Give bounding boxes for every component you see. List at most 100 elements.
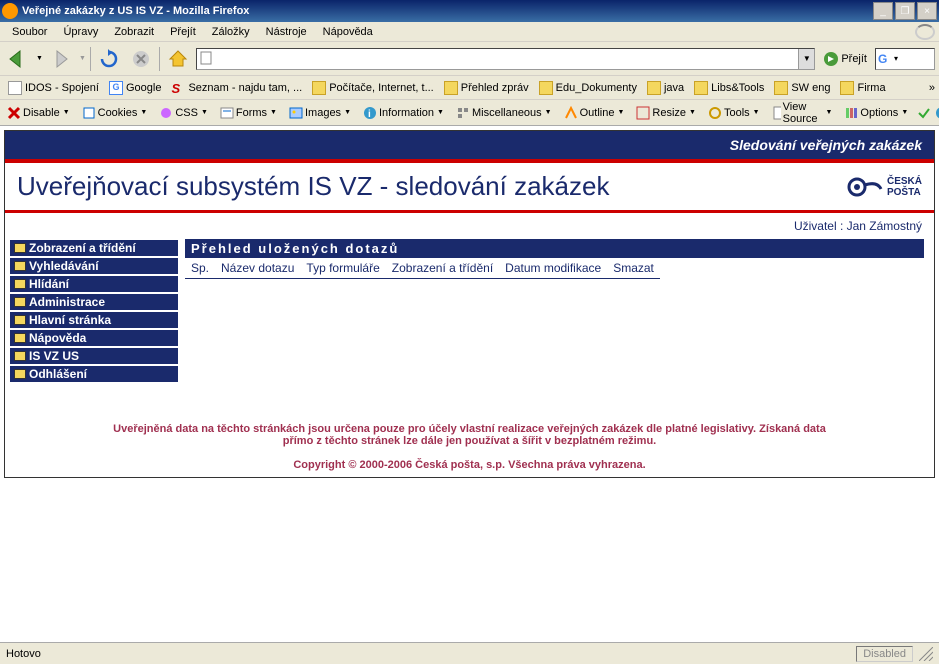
forward-dropdown[interactable]: ▼ [79,55,86,62]
back-dropdown[interactable]: ▼ [36,55,43,62]
nav-hlavni[interactable]: Hlavní stránka [9,311,179,329]
page-topbar: Sledování veřejných zakázek [5,131,934,163]
col-datum[interactable]: Datum modifikace [499,258,607,279]
menu-bookmarks[interactable]: Záložky [204,24,258,40]
status-bar: Hotovo Disabled [0,642,939,664]
tools-icon [708,106,722,120]
menu-view[interactable]: Zobrazit [106,24,162,40]
dev-help-icon[interactable]: i [935,106,939,120]
bookmark-seznam[interactable]: SSeznam - najdu tam, ... [167,79,306,97]
dev-information[interactable]: iInformation▼ [360,104,447,122]
address-dropdown[interactable]: ▼ [798,49,814,69]
google-icon: G [109,81,123,95]
col-smazat[interactable]: Smazat [607,258,660,279]
menu-help[interactable]: Nápověda [315,24,381,40]
col-zobrazeni[interactable]: Zobrazení a třídění [386,258,499,279]
nav-napoveda[interactable]: Nápověda [9,329,179,347]
folder-icon [694,81,708,95]
page-icon [8,81,22,95]
stop-button[interactable] [127,45,155,73]
maximize-button[interactable]: ❐ [895,2,915,20]
resize-grip-icon[interactable] [919,647,933,661]
seznam-icon: S [171,81,185,95]
dev-css[interactable]: CSS▼ [156,104,211,122]
address-bar[interactable]: ▼ [196,48,815,70]
folder-icon [539,81,553,95]
col-nazev[interactable]: Název dotazu [215,258,300,279]
folder-icon [14,243,26,253]
forward-button[interactable] [47,45,75,73]
nav-zobrazeni[interactable]: Zobrazení a třídění [9,239,179,257]
url-input[interactable] [217,53,798,65]
bookmarks-toolbar: IDOS - Spojení GGoogle SSeznam - najdu t… [0,76,939,100]
close-button[interactable]: × [917,2,937,20]
back-button[interactable] [4,45,32,73]
menu-tools[interactable]: Nástroje [258,24,315,40]
dev-cookies[interactable]: Cookies▼ [79,104,151,122]
css-icon [159,106,173,120]
bookmark-folder-pocitace[interactable]: Počítače, Internet, t... [308,79,438,97]
menu-file[interactable]: Soubor [4,24,55,40]
dev-tools[interactable]: Tools▼ [705,104,763,122]
x-icon [7,106,21,120]
info-icon: i [363,106,377,120]
folder-icon [774,81,788,95]
bookmark-google[interactable]: GGoogle [105,79,165,97]
dev-disable[interactable]: Disable▼ [4,104,73,122]
svg-text:G: G [878,52,887,66]
dev-images[interactable]: Images▼ [286,104,354,122]
minimize-button[interactable]: _ [873,2,893,20]
bookmark-folder-sweng[interactable]: SW eng [770,79,834,97]
menu-go[interactable]: Přejít [162,24,204,40]
dev-options[interactable]: Options▼ [841,104,911,122]
window-titlebar: Veřejné zakázky z US IS VZ - Mozilla Fir… [0,0,939,22]
reload-button[interactable] [95,45,123,73]
folder-icon [14,279,26,289]
user-name: Jan Zámostný [847,219,922,233]
folder-icon [14,297,26,307]
page-icon [199,51,215,67]
bookmark-folder-firma[interactable]: Firma [836,79,889,97]
bookmark-folder-libs[interactable]: Libs&Tools [690,79,768,97]
status-disabled: Disabled [856,646,913,662]
nav-administrace[interactable]: Administrace [9,293,179,311]
go-button[interactable]: Přejít [819,51,871,67]
nav-hlidani[interactable]: Hlídání [9,275,179,293]
bookmark-idos[interactable]: IDOS - Spojení [4,79,103,97]
search-engine-icon: G [878,52,892,66]
source-icon [772,106,781,120]
folder-icon [14,315,26,325]
folder-icon [444,81,458,95]
col-typ[interactable]: Typ formuláře [300,258,385,279]
ceska-posta-logo: ČESKÁPOŠTA [843,175,922,199]
dev-viewsource[interactable]: View Source▼ [769,99,836,127]
menu-edit[interactable]: Úpravy [55,24,106,40]
home-button[interactable] [164,45,192,73]
folder-icon [312,81,326,95]
nav-odhlaseni[interactable]: Odhlášení [9,365,179,383]
section-title: Přehled uložených dotazů [185,239,924,258]
bookmark-folder-prehled[interactable]: Přehled zpráv [440,79,533,97]
navigation-toolbar: ▼ ▼ ▼ Přejít G ▾ [0,42,939,76]
dev-resize[interactable]: Resize▼ [633,104,699,122]
user-info: Uživatel : Jan Zámostný [5,213,934,239]
folder-icon [647,81,661,95]
search-box[interactable]: G ▾ [875,48,935,70]
dev-forms[interactable]: Forms▼ [217,104,280,122]
bookmark-folder-java[interactable]: java [643,79,688,97]
svg-text:i: i [368,109,371,120]
bookmarks-overflow[interactable]: » [929,82,935,94]
col-sp[interactable]: Sp. [185,258,215,279]
nav-isvzus[interactable]: IS VZ US [9,347,179,365]
dev-check-icon[interactable] [917,106,931,120]
page-title: Uveřejňovací subsystém IS VZ - sledování… [17,171,843,202]
nav-vyhledavani[interactable]: Vyhledávání [9,257,179,275]
page-viewport: Sledování veřejných zakázek Uveřejňovací… [0,126,939,642]
go-icon [823,51,839,67]
dev-misc[interactable]: Miscellaneous▼ [453,104,555,122]
bookmark-folder-edu[interactable]: Edu_Dokumenty [535,79,641,97]
queries-table: Sp. Název dotazu Typ formuláře Zobrazení… [185,258,660,297]
dev-outline[interactable]: Outline▼ [561,104,628,122]
outline-icon [564,106,578,120]
folder-icon [14,351,26,361]
